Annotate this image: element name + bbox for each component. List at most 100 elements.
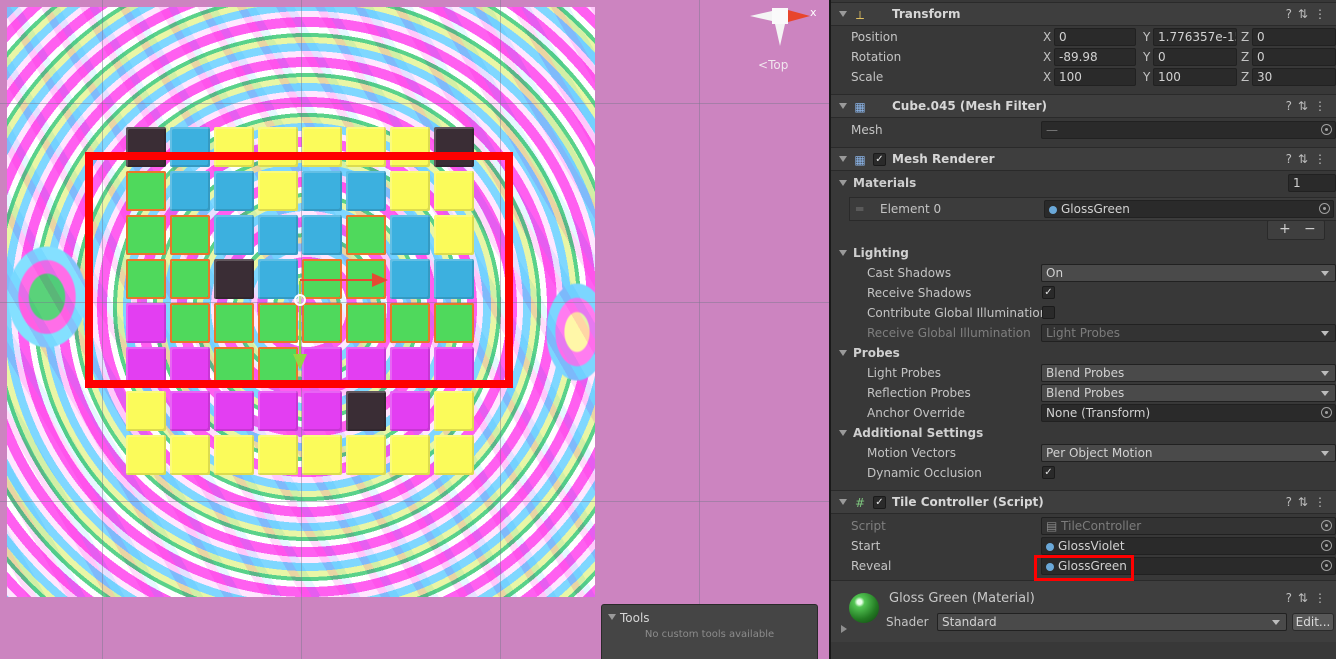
receive-gi-row: Receive Global Illumination Light Probes — [831, 323, 1336, 343]
fold-arrow-icon[interactable] — [839, 250, 847, 256]
material-preview-block[interactable]: Gloss Green (Material) ?⇅⋮ Shader Standa… — [831, 580, 1336, 642]
collapse-arrow-icon[interactable] — [608, 614, 616, 620]
move-gizmo-x-axis[interactable] — [300, 279, 376, 281]
component-header-icons[interactable]: ?⇅⋮ — [1286, 591, 1332, 605]
fold-arrow-icon[interactable] — [839, 103, 847, 109]
remove-element-button[interactable]: − — [1304, 221, 1316, 237]
mesh-renderer-header[interactable]: ▦ ✓ Mesh Renderer ?⇅⋮ — [831, 147, 1336, 171]
object-picker-icon[interactable] — [1321, 124, 1332, 135]
materials-count-field[interactable]: 1 — [1288, 174, 1336, 192]
light-probes-dropdown[interactable]: Blend Probes — [1041, 364, 1336, 382]
orientation-cube-icon[interactable] — [772, 8, 788, 24]
fold-arrow-icon[interactable] — [839, 180, 847, 186]
element-0-field[interactable]: GlossGreen — [1044, 200, 1334, 218]
move-gizmo-y-axis[interactable] — [299, 281, 301, 357]
axis-cone-icon[interactable] — [775, 24, 785, 46]
dynamic-occlusion-label: Dynamic Occlusion — [867, 466, 982, 480]
start-material-field[interactable]: GlossViolet — [1041, 537, 1336, 555]
materials-section[interactable]: Materials 1 — [831, 173, 1336, 193]
additional-settings-section[interactable]: Additional Settings — [831, 423, 1336, 443]
material-icon — [1046, 543, 1054, 551]
scale-label: Scale — [851, 70, 884, 84]
rotation-x-field[interactable]: -89.98 — [1054, 48, 1136, 66]
position-y-field[interactable]: 1.776357e-15 — [1153, 28, 1237, 46]
component-title: Transform — [892, 7, 961, 21]
script-label: Script — [851, 519, 886, 533]
position-z-field[interactable]: 0 — [1252, 28, 1336, 46]
tile-controller-header[interactable]: # ✓ Tile Controller (Script) ?⇅⋮ — [831, 490, 1336, 514]
probes-section[interactable]: Probes — [831, 343, 1336, 363]
scale-z-field[interactable]: 30 — [1252, 68, 1336, 86]
rotation-z-field[interactable]: 0 — [1252, 48, 1336, 66]
tile — [170, 391, 210, 431]
additional-settings-label: Additional Settings — [853, 426, 984, 440]
x-axis-cone-icon[interactable] — [788, 10, 810, 22]
component-header-icons[interactable]: ?⇅⋮ — [1286, 495, 1332, 509]
scene-view[interactable]: x <Top Tools No custom tools available — [0, 0, 829, 659]
axis-cone-icon[interactable] — [750, 11, 772, 21]
rotation-y-field[interactable]: 0 — [1153, 48, 1237, 66]
object-picker-icon[interactable] — [1321, 540, 1332, 551]
component-header-icons[interactable]: ?⇅⋮ — [1286, 152, 1332, 166]
scale-row: Scale X 100 Y 100 Z 30 — [831, 67, 1336, 87]
fold-arrow-icon[interactable] — [839, 499, 847, 505]
fold-arrow-icon[interactable] — [839, 156, 847, 162]
component-title: Cube.045 (Mesh Filter) — [892, 99, 1047, 113]
tools-subtitle: No custom tools available — [644, 629, 775, 640]
scale-x-field[interactable]: 100 — [1054, 68, 1136, 86]
mesh-field[interactable]: — — [1041, 121, 1336, 139]
shader-dropdown[interactable]: Standard — [937, 613, 1287, 631]
motion-vectors-dropdown[interactable]: Per Object Motion — [1041, 444, 1336, 462]
tools-overlay[interactable]: Tools No custom tools available — [601, 604, 818, 659]
script-file-icon: ▤ — [1046, 519, 1058, 533]
anchor-override-row: Anchor Override None (Transform) — [831, 403, 1336, 423]
contribute-gi-checkbox[interactable] — [1042, 306, 1055, 319]
object-picker-icon[interactable] — [1321, 560, 1332, 571]
reveal-highlight-rectangle — [1034, 555, 1134, 581]
position-x-field[interactable]: 0 — [1054, 28, 1136, 46]
object-picker-icon[interactable] — [1319, 203, 1330, 214]
component-header-icons[interactable]: ?⇅⋮ — [1286, 99, 1332, 113]
tile — [170, 435, 210, 475]
reveal-label: Reveal — [851, 559, 892, 573]
light-probes-row: Light Probes Blend Probes — [831, 363, 1336, 383]
fold-arrow-icon[interactable] — [841, 625, 847, 633]
element-0-row: ═ Element 0 GlossGreen — [849, 197, 1336, 221]
dynamic-occlusion-checkbox[interactable]: ✓ — [1042, 466, 1055, 479]
contribute-gi-row: Contribute Global Illumination — [831, 303, 1336, 323]
lighting-section[interactable]: Lighting — [831, 243, 1336, 263]
fold-arrow-icon[interactable] — [839, 11, 847, 17]
materials-label: Materials — [853, 176, 917, 190]
enabled-checkbox[interactable]: ✓ — [873, 496, 886, 509]
tile — [258, 435, 298, 475]
mesh-value: — — [1046, 123, 1058, 137]
reflection-probes-dropdown[interactable]: Blend Probes — [1041, 384, 1336, 402]
move-gizmo-y-arrow-icon[interactable] — [293, 354, 307, 370]
script-icon: # — [854, 496, 866, 510]
mesh-filter-header[interactable]: ▦ Cube.045 (Mesh Filter) ?⇅⋮ — [831, 94, 1336, 118]
position-label: Position — [851, 30, 898, 44]
cast-shadows-row: Cast Shadows On — [831, 263, 1336, 283]
move-gizmo-x-arrow-icon[interactable] — [372, 273, 388, 287]
z-axis-letter: Z — [1241, 70, 1250, 84]
move-gizmo-center-handle[interactable] — [294, 294, 306, 306]
rotation-label: Rotation — [851, 50, 902, 64]
add-element-button[interactable]: + — [1279, 221, 1291, 237]
tile — [434, 391, 474, 431]
receive-shadows-checkbox[interactable]: ✓ — [1042, 286, 1055, 299]
transform-header[interactable]: ⟂ Transform ?⇅⋮ — [831, 2, 1336, 26]
drag-handle-icon[interactable]: ═ — [856, 202, 863, 216]
edit-shader-button[interactable]: Edit... — [1292, 613, 1334, 631]
anchor-override-field[interactable]: None (Transform) — [1041, 404, 1336, 422]
cast-shadows-dropdown[interactable]: On — [1041, 264, 1336, 282]
enabled-checkbox[interactable]: ✓ — [873, 153, 886, 166]
fold-arrow-icon[interactable] — [839, 430, 847, 436]
material-sphere-preview — [849, 593, 879, 623]
view-mode-label[interactable]: <Top — [758, 58, 788, 72]
object-picker-icon[interactable] — [1321, 407, 1332, 418]
scale-y-field[interactable]: 100 — [1153, 68, 1237, 86]
component-header-icons[interactable]: ?⇅⋮ — [1286, 7, 1332, 21]
fold-arrow-icon[interactable] — [839, 350, 847, 356]
material-icon — [1049, 206, 1057, 214]
anchor-override-label: Anchor Override — [867, 406, 966, 420]
